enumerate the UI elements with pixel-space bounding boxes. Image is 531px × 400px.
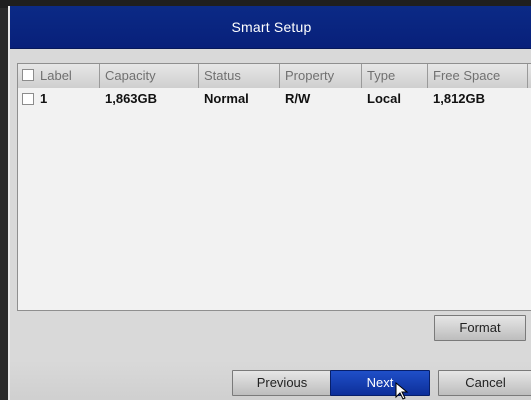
cell-free-space: 1,812GB [433,91,486,106]
cell-type: Local [367,91,401,106]
cell-capacity: 1,863GB [105,91,158,106]
header-label[interactable]: Label [18,64,100,88]
header-type[interactable]: Type [362,64,428,88]
header-status[interactable]: Status [199,64,280,88]
smart-setup-dialog: Smart Setup Label Capacity Status Proper… [8,6,531,400]
pointer-cursor-icon [395,382,409,400]
dialog-titlebar: Smart Setup [10,6,531,49]
cancel-button[interactable]: Cancel [438,370,531,396]
select-all-checkbox-icon[interactable] [22,69,34,81]
header-status-text: Status [204,68,241,83]
cell-label: 1 [18,88,100,110]
table-header: Label Capacity Status Property Type Free… [18,64,531,89]
previous-button[interactable]: Previous [232,370,332,396]
dialog-title: Smart Setup [231,19,312,35]
next-button[interactable]: Next [330,370,430,396]
header-property-text: Property [285,68,335,83]
header-free-space-text: Free Space [433,68,501,83]
table-row[interactable]: 1 1,863GB Normal R/W Local 1,812GB [18,88,531,110]
row-label-text: 1 [40,91,48,106]
row-checkbox-icon[interactable] [22,93,34,105]
header-capacity[interactable]: Capacity [100,64,199,88]
header-capacity-text: Capacity [105,68,156,83]
header-type-text: Type [367,68,396,83]
header-label-text: Label [40,68,72,83]
screen: Smart Setup Label Capacity Status Proper… [0,0,531,400]
header-property[interactable]: Property [280,64,362,88]
format-button[interactable]: Format [434,315,526,341]
cell-property: R/W [285,91,311,106]
header-free-space[interactable]: Free Space [428,64,528,88]
cell-status: Normal [204,91,249,106]
disk-table: Label Capacity Status Property Type Free… [17,63,531,311]
